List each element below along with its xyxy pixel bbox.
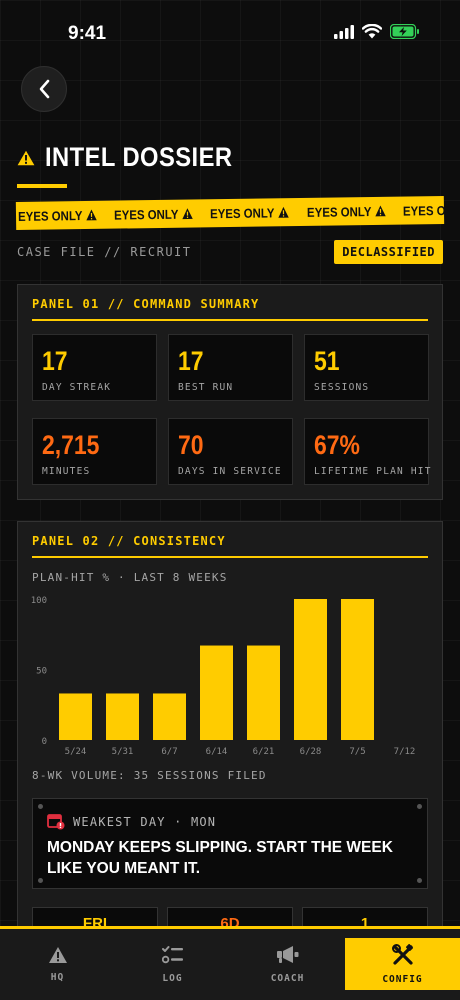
chart-bar <box>341 599 374 740</box>
chart-bar <box>200 645 233 740</box>
warning-icon <box>86 209 97 221</box>
tab-log[interactable]: LOG <box>115 938 230 990</box>
stat-value: 67% <box>314 430 360 460</box>
status-time: 9:41 <box>68 23 107 44</box>
case-row: CASE FILE // RECRUIT DECLASSIFIED <box>17 240 443 264</box>
calendar-alert-icon <box>47 814 65 830</box>
y-tick-label: 50 <box>36 667 47 677</box>
stat-label: BEST RUN <box>178 382 234 393</box>
chart-bar <box>247 645 280 740</box>
command-summary-panel: PANEL 01 // COMMAND SUMMARY 17 DAY STREAK… <box>17 284 443 500</box>
x-tick-label: 6/14 <box>206 747 228 757</box>
chart-bar <box>59 693 92 740</box>
tape-item: EYES ONLY <box>403 202 444 218</box>
chart-title: PLAN-HIT % · LAST 8 WEEKS <box>32 571 228 584</box>
panel-heading: PANEL 02 // CONSISTENCY <box>32 534 428 558</box>
stat-tile: 67% LIFETIME PLAN HIT <box>304 418 432 485</box>
wifi-icon <box>362 24 382 39</box>
stat-tile: 51 SESSIONS <box>304 334 429 401</box>
tab-coach[interactable]: COACH <box>230 938 345 990</box>
weakest-day-label: WEAKEST DAY · MON <box>73 814 217 829</box>
x-tick-label: 5/31 <box>112 747 134 757</box>
rivet <box>417 804 422 809</box>
stat-label: MINUTES <box>42 466 91 477</box>
tape-text: EYES ONLY <box>402 202 445 219</box>
weakest-day-card: WEAKEST DAY · MON MONDAY KEEPS SLIPPING.… <box>32 798 428 889</box>
y-tick-label: 0 <box>42 737 47 747</box>
tab-bar: HQ LOG COACH CONFIG <box>0 926 460 1000</box>
status-bar: 9:41 <box>0 0 460 68</box>
title-underline <box>17 184 67 188</box>
tape-text: EYES ONLY <box>17 207 83 224</box>
checklist-icon <box>161 945 183 963</box>
stat-value: 2,715 <box>42 430 100 460</box>
plan-hit-chart: 0 50 100 5/24 5/31 6/7 6/14 6/21 6/28 7/5 7/12 <box>31 596 416 757</box>
tab-label: COACH <box>270 972 305 984</box>
tape-item: EYES ONLY <box>307 203 387 219</box>
x-tick-label: 5/24 <box>65 747 87 757</box>
tools-icon <box>391 943 413 965</box>
page-title-row: INTEL DOSSIER <box>17 142 258 173</box>
stat-value: 17 <box>42 346 68 376</box>
signal-icon <box>334 24 354 39</box>
warning-icon <box>48 946 67 963</box>
rivet <box>417 878 422 883</box>
tab-config[interactable]: CONFIG <box>345 938 460 990</box>
tab-hq[interactable]: HQ <box>0 938 115 990</box>
x-tick-label: 6/21 <box>253 747 275 757</box>
consistency-panel: PANEL 02 // CONSISTENCY PLAN-HIT % · LAS… <box>17 521 443 947</box>
rivet <box>38 878 43 883</box>
stat-label: DAY STREAK <box>42 382 112 393</box>
battery-charging-icon <box>390 24 419 39</box>
tab-label: CONFIG <box>382 973 423 985</box>
chart-bar <box>153 693 186 740</box>
chevron-left-icon <box>39 79 50 99</box>
tab-label: LOG <box>162 972 183 984</box>
stat-label: SESSIONS <box>314 382 370 393</box>
tape-item: EYES ONLY <box>210 205 290 221</box>
chart-bar <box>294 599 327 740</box>
x-tick-label: 7/5 <box>349 747 365 757</box>
volume-summary: 8-WK VOLUME: 35 SESSIONS FILED <box>32 769 267 782</box>
stat-label: DAYS IN SERVICE <box>178 466 282 477</box>
warning-icon <box>182 208 194 220</box>
tab-label: HQ <box>50 971 65 983</box>
megaphone-icon <box>276 945 298 963</box>
status-icons <box>334 24 420 39</box>
panel-heading: PANEL 01 // COMMAND SUMMARY <box>32 297 428 321</box>
stat-tile: 17 DAY STREAK <box>32 334 157 401</box>
tape-text: EYES ONLY <box>210 204 275 221</box>
chart-bar <box>106 693 139 740</box>
weakest-day-message: MONDAY KEEPS SLIPPING. START THE WEEK LI… <box>47 839 393 877</box>
stat-value: 17 <box>178 346 204 376</box>
stat-label: LIFETIME PLAN HIT <box>314 466 432 477</box>
stat-value: 70 <box>178 430 204 460</box>
page-title: INTEL DOSSIER <box>45 142 233 172</box>
rivet <box>38 804 43 809</box>
declassified-badge: DECLASSIFIED <box>334 240 443 264</box>
warning-icon <box>375 205 386 217</box>
stat-value: 51 <box>314 346 340 376</box>
stat-tile: 70 DAYS IN SERVICE <box>168 418 293 485</box>
warning-icon <box>17 150 35 165</box>
warning-icon <box>278 206 290 218</box>
x-tick-label: 6/7 <box>161 747 177 757</box>
tape-item: EYES ONLY <box>114 206 194 222</box>
x-tick-label: 7/12 <box>394 747 416 757</box>
x-tick-label: 6/28 <box>300 747 322 757</box>
tape-text: EYES ONLY <box>306 203 372 220</box>
stat-tile: 17 BEST RUN <box>168 334 293 401</box>
y-tick-label: 100 <box>31 596 47 606</box>
case-file-label: CASE FILE // RECRUIT <box>17 245 192 259</box>
tape-item: EYES ONLY <box>18 207 98 223</box>
tape-text: EYES ONLY <box>114 206 179 223</box>
eyes-only-tape: EYES ONLY EYES ONLY EYES ONLY EYES ONLY EYES… <box>15 196 445 230</box>
back-button[interactable] <box>21 66 67 112</box>
stat-tile: 2,715 MINUTES <box>32 418 157 485</box>
